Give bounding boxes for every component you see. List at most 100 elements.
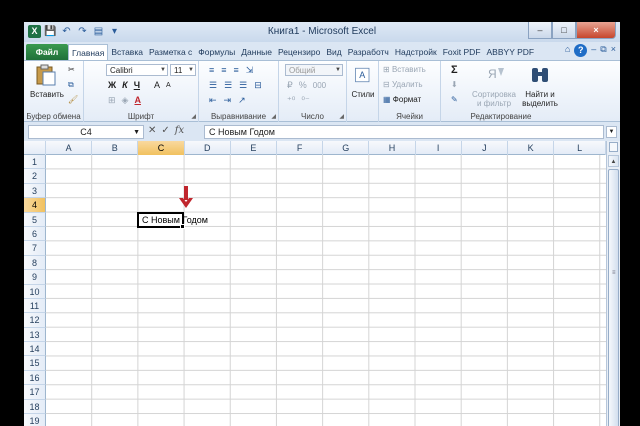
format-cells-button[interactable]: ▦ Формат xyxy=(383,95,421,104)
close-button[interactable]: × xyxy=(576,22,616,39)
row-header[interactable]: 18 xyxy=(24,399,46,415)
number-format-select[interactable]: Общий ▼ xyxy=(285,64,343,76)
increase-decimal-icon[interactable]: ⁺⁰ xyxy=(287,95,295,106)
cancel-entry-button[interactable]: ✕ xyxy=(148,125,156,136)
dialog-launcher-icon[interactable]: ◢ xyxy=(271,113,276,120)
cell-area[interactable]: С Новым Годом xyxy=(46,155,606,426)
column-header[interactable]: H xyxy=(369,141,416,155)
currency-format-icon[interactable]: ₽ xyxy=(287,80,293,91)
bold-button[interactable]: Ж xyxy=(108,80,116,91)
sort-filter-button[interactable]: Я Сортировка и фильтр xyxy=(471,64,517,108)
tab-addins[interactable]: Надстройк xyxy=(392,44,440,60)
row-header[interactable]: 16 xyxy=(24,370,46,386)
scroll-thumb[interactable]: ≡ xyxy=(608,169,619,426)
tab-developer[interactable]: Разработч xyxy=(345,44,392,60)
font-color-button[interactable]: A xyxy=(134,95,141,106)
shrink-font-button[interactable]: A xyxy=(166,80,171,91)
workbook-close-icon[interactable]: × xyxy=(611,44,616,57)
align-bottom-icon[interactable]: ≡ xyxy=(234,65,239,76)
select-all-button[interactable] xyxy=(24,141,46,155)
column-header[interactable]: L xyxy=(554,141,606,155)
delete-cells-button[interactable]: ⊟ Удалить xyxy=(383,80,422,89)
tab-foxit-pdf[interactable]: Foxit PDF xyxy=(440,44,484,60)
column-header[interactable]: I xyxy=(416,141,462,155)
paste-button[interactable]: Вставить xyxy=(30,64,64,99)
styles-button[interactable]: A Стили xyxy=(349,64,377,99)
column-header[interactable]: B xyxy=(92,141,139,155)
tab-insert[interactable]: Вставка xyxy=(108,44,146,60)
grow-font-button[interactable]: A xyxy=(154,80,160,91)
thousands-separator-button[interactable]: 000 xyxy=(313,80,326,91)
row-header[interactable]: 3 xyxy=(24,183,46,199)
column-header[interactable]: E xyxy=(231,141,277,155)
fill-icon[interactable]: ⬇ xyxy=(451,80,458,89)
find-select-button[interactable]: Найти и выделить xyxy=(519,64,561,108)
row-header[interactable]: 7 xyxy=(24,241,46,256)
maximize-button[interactable]: □ xyxy=(552,22,576,39)
align-middle-icon[interactable]: ≡ xyxy=(221,65,226,76)
column-header-selected[interactable]: C xyxy=(138,141,185,155)
row-header[interactable]: 13 xyxy=(24,327,46,343)
row-header[interactable]: 12 xyxy=(24,313,46,328)
cut-icon[interactable]: ✂ xyxy=(68,65,75,74)
name-box[interactable]: C4 ▼ xyxy=(28,125,144,139)
vertical-scrollbar[interactable]: ▲ ≡ xyxy=(606,141,620,426)
minimize-button[interactable]: – xyxy=(528,22,552,39)
column-header[interactable]: D xyxy=(185,141,231,155)
font-name-select[interactable]: Calibri ▼ xyxy=(106,64,168,76)
row-header[interactable]: 9 xyxy=(24,270,46,285)
borders-icon[interactable]: ⊞ xyxy=(108,95,116,106)
column-header[interactable]: F xyxy=(277,141,324,155)
merge-cells-icon[interactable]: ⊟ xyxy=(254,80,262,91)
fill-color-icon[interactable]: ◈ xyxy=(122,95,129,106)
align-center-icon[interactable]: ☰ xyxy=(224,80,232,91)
italic-button[interactable]: К xyxy=(122,80,128,91)
tab-formulas[interactable]: Формулы xyxy=(195,44,238,60)
tab-data[interactable]: Данные xyxy=(238,44,275,60)
row-header[interactable]: 14 xyxy=(24,342,46,357)
autosum-button[interactable]: Σ xyxy=(451,64,458,76)
workbook-minimize-icon[interactable]: – xyxy=(591,44,596,57)
insert-cells-button[interactable]: ⊞ Вставить xyxy=(383,65,426,74)
column-header[interactable]: G xyxy=(323,141,370,155)
row-header[interactable]: 6 xyxy=(24,226,46,242)
align-left-icon[interactable]: ☰ xyxy=(209,80,217,91)
row-header[interactable]: 5 xyxy=(24,212,46,227)
font-size-select[interactable]: 11 ▼ xyxy=(170,64,196,76)
tab-review[interactable]: Рецензиро xyxy=(275,44,323,60)
formula-input[interactable]: С Новым Годом xyxy=(204,125,604,139)
percent-format-button[interactable]: % xyxy=(299,80,307,91)
row-header[interactable]: 11 xyxy=(24,298,46,314)
align-top-icon[interactable]: ≡ xyxy=(209,65,214,76)
enter-entry-button[interactable]: ✓ xyxy=(161,125,169,136)
increase-indent-icon[interactable]: ⇥ xyxy=(224,95,232,106)
copy-icon[interactable]: ⧉ xyxy=(68,80,74,90)
row-header-selected[interactable]: 4 xyxy=(24,198,46,213)
help-icon[interactable]: ? xyxy=(574,44,588,57)
dialog-launcher-icon[interactable]: ◢ xyxy=(339,113,344,120)
dialog-launcher-icon[interactable]: ◢ xyxy=(191,113,196,120)
row-header[interactable]: 15 xyxy=(24,356,46,371)
tab-view[interactable]: Вид xyxy=(323,44,344,60)
row-header[interactable]: 2 xyxy=(24,169,46,184)
underline-button[interactable]: Ч xyxy=(134,80,140,91)
decrease-indent-icon[interactable]: ⇤ xyxy=(209,95,217,106)
column-header[interactable]: K xyxy=(508,141,555,155)
wrap-text-icon[interactable]: ⇲ xyxy=(246,65,254,76)
row-header[interactable]: 1 xyxy=(24,155,46,170)
tab-abbyy-pdf[interactable]: ABBYY PDF xyxy=(484,44,538,60)
row-header[interactable]: 19 xyxy=(24,414,46,426)
clear-icon[interactable]: ✎ xyxy=(451,95,458,104)
scroll-up-icon[interactable]: ▲ xyxy=(608,155,619,167)
row-header[interactable]: 8 xyxy=(24,255,46,271)
row-header[interactable]: 10 xyxy=(24,284,46,299)
orientation-icon[interactable]: ↗ xyxy=(238,95,246,106)
column-header[interactable]: A xyxy=(46,141,93,155)
decrease-decimal-icon[interactable]: ⁰⁻ xyxy=(301,95,309,106)
tab-page-layout[interactable]: Разметка с xyxy=(146,44,195,60)
tab-home[interactable]: Главная xyxy=(68,44,109,60)
row-header[interactable]: 17 xyxy=(24,385,46,400)
tab-file[interactable]: Файл xyxy=(26,44,68,60)
align-right-icon[interactable]: ☰ xyxy=(239,80,247,91)
insert-function-button[interactable]: fx xyxy=(175,125,184,136)
